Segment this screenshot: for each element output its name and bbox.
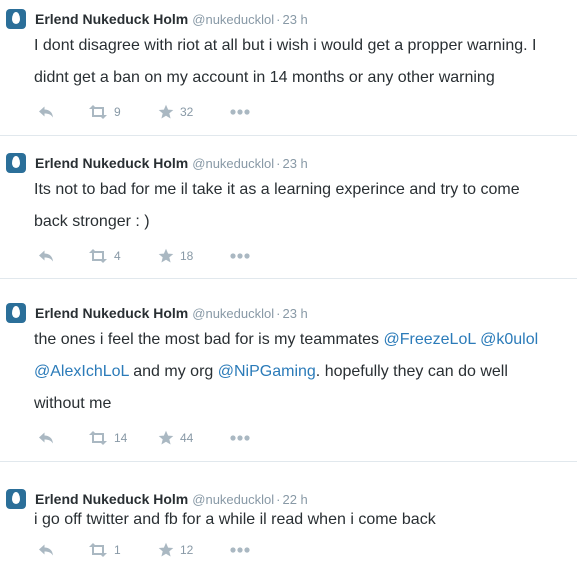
reply-button[interactable]	[38, 541, 54, 559]
more-icon	[230, 547, 250, 553]
retweet-button[interactable]: 1	[88, 541, 121, 559]
tweet-divider	[0, 278, 577, 279]
retweet-count: 14	[114, 431, 128, 445]
tweet-text-line: i go off twitter and fb for a while il r…	[34, 504, 436, 536]
text-segment: i go off twitter and fb for a while il r…	[34, 511, 436, 528]
retweet-icon	[88, 249, 108, 263]
text-segment: Its not to bad for me il take it as a le…	[34, 181, 520, 198]
tweet-text: I dont disagree with riot at all but i w…	[34, 30, 537, 94]
star-icon	[158, 248, 174, 264]
favorite-button[interactable]: 18	[158, 247, 193, 265]
tweet-text-line: Its not to bad for me il take it as a le…	[34, 174, 520, 206]
star-icon	[158, 430, 174, 446]
separator-dot: ·	[276, 12, 281, 27]
avatar[interactable]	[6, 303, 26, 323]
author-handle[interactable]: @nukeducklol	[192, 12, 274, 27]
reply-icon	[38, 543, 54, 557]
tweet-header: Erlend Nukeduck Holm @nukeducklol · 23 h	[35, 304, 308, 323]
text-segment: . hopefully they can do well	[315, 363, 508, 380]
tweet-text-line: didnt get a ban on my account in 14 mont…	[34, 62, 537, 94]
tweet-actions: 4 18	[0, 247, 577, 265]
tweet-text: i go off twitter and fb for a while il r…	[34, 504, 436, 536]
retweet-count: 1	[114, 543, 121, 557]
tweet-timestamp[interactable]: 23 h	[282, 12, 307, 27]
favorite-count: 18	[180, 249, 194, 263]
author-name[interactable]: Erlend Nukeduck Holm	[35, 11, 188, 27]
author-handle[interactable]: @nukeducklol	[192, 306, 274, 321]
text-segment: back stronger : )	[34, 213, 150, 230]
retweet-icon	[88, 105, 108, 119]
mention-link[interactable]: @FreezeLoL	[384, 331, 476, 348]
default-egg-avatar-icon	[12, 492, 20, 504]
reply-icon	[38, 249, 54, 263]
star-icon	[158, 104, 174, 120]
reply-icon	[38, 431, 54, 445]
retweet-button[interactable]: 9	[88, 103, 121, 121]
retweet-count: 9	[114, 105, 121, 119]
retweet-count: 4	[114, 249, 121, 263]
retweet-button[interactable]: 14	[88, 429, 127, 447]
reply-button[interactable]	[38, 103, 54, 121]
author-handle[interactable]: @nukeducklol	[192, 156, 274, 171]
tweet-divider	[0, 461, 577, 462]
favorite-button[interactable]: 32	[158, 103, 193, 121]
favorite-count: 32	[180, 105, 194, 119]
text-segment: I dont disagree with riot at all but i w…	[34, 37, 537, 54]
separator-dot: ·	[276, 306, 281, 321]
avatar[interactable]	[6, 153, 26, 173]
tweet-text-line: without me	[34, 388, 538, 420]
tweet-actions: 1 12	[0, 541, 577, 559]
more-options-button[interactable]	[230, 541, 250, 559]
retweet-button[interactable]: 4	[88, 247, 121, 265]
retweet-icon	[88, 543, 108, 557]
author-name[interactable]: Erlend Nukeduck Holm	[35, 155, 188, 171]
reply-button[interactable]	[38, 429, 54, 447]
tweet-divider	[0, 135, 577, 136]
more-options-button[interactable]	[230, 429, 250, 447]
mention-link[interactable]: @AlexIchLoL	[34, 363, 129, 380]
tweet-actions: 14 44	[0, 429, 577, 447]
default-egg-avatar-icon	[12, 306, 20, 318]
star-icon	[158, 542, 174, 558]
more-icon	[230, 253, 250, 259]
tweet-text-line: back stronger : )	[34, 206, 520, 238]
mention-link[interactable]: @k0ulol	[480, 331, 538, 348]
author-name[interactable]: Erlend Nukeduck Holm	[35, 305, 188, 321]
tweet-text-line: @AlexIchLoL and my org @NiPGaming. hopef…	[34, 356, 538, 388]
favorite-button[interactable]: 44	[158, 429, 193, 447]
avatar[interactable]	[6, 489, 26, 509]
text-segment: the ones i feel the most bad for is my t…	[34, 331, 384, 348]
reply-icon	[38, 105, 54, 119]
favorite-count: 12	[180, 543, 194, 557]
more-options-button[interactable]	[230, 103, 250, 121]
more-options-button[interactable]	[230, 247, 250, 265]
reply-button[interactable]	[38, 247, 54, 265]
tweet-text-line: the ones i feel the most bad for is my t…	[34, 324, 538, 356]
tweet-header: Erlend Nukeduck Holm @nukeducklol · 23 h	[35, 154, 308, 173]
text-segment: and my org	[128, 363, 218, 380]
tweet-timestamp[interactable]: 23 h	[282, 306, 307, 321]
text-segment: didnt get a ban on my account in 14 mont…	[34, 69, 495, 86]
default-egg-avatar-icon	[12, 156, 20, 168]
separator-dot: ·	[276, 156, 281, 171]
tweet-timestamp[interactable]: 23 h	[282, 156, 307, 171]
mention-link[interactable]: @NiPGaming	[218, 363, 316, 380]
more-icon	[230, 109, 250, 115]
avatar[interactable]	[6, 9, 26, 29]
tweet-text: the ones i feel the most bad for is my t…	[34, 324, 538, 420]
tweet-header: Erlend Nukeduck Holm @nukeducklol · 23 h	[35, 10, 308, 29]
retweet-icon	[88, 431, 108, 445]
more-icon	[230, 435, 250, 441]
text-segment: without me	[34, 395, 112, 412]
favorite-count: 44	[180, 431, 194, 445]
tweet-text-line: I dont disagree with riot at all but i w…	[34, 30, 537, 62]
tweet-actions: 9 32	[0, 103, 577, 121]
favorite-button[interactable]: 12	[158, 541, 193, 559]
default-egg-avatar-icon	[12, 12, 20, 24]
tweet-text: Its not to bad for me il take it as a le…	[34, 174, 520, 238]
